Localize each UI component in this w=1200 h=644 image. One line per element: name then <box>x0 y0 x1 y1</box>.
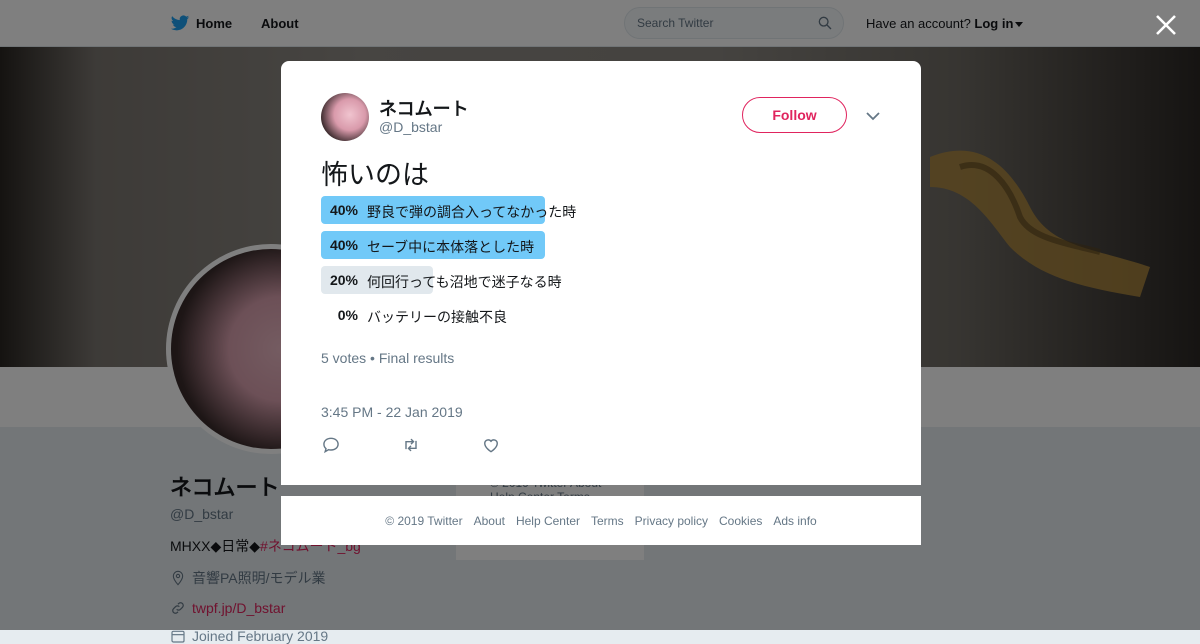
poll-percent: 20% <box>329 272 358 288</box>
footer-about[interactable]: About <box>474 514 505 528</box>
footer-privacy[interactable]: Privacy policy <box>635 514 708 528</box>
tweet-modal: ネコムート @D_bstar Follow 怖いのは 40% 野良で弾の調合入っ… <box>281 61 921 485</box>
retweet-icon[interactable] <box>401 435 421 455</box>
poll-meta: 5 votes • Final results <box>321 350 454 366</box>
calendar-icon <box>171 630 185 643</box>
poll-percent: 0% <box>337 307 358 323</box>
poll-percent: 40% <box>329 237 358 253</box>
chevron-down-icon[interactable] <box>865 108 881 124</box>
poll-label: 何回行っても沼地で迷子なる時 <box>367 274 562 290</box>
modal-footer: © 2019 Twitter About Help Center Terms P… <box>281 496 921 545</box>
poll-option: 40% 野良で弾の調合入ってなかった時 <box>321 196 881 224</box>
footer-terms[interactable]: Terms <box>591 514 624 528</box>
profile-joined-text: Joined February 2019 <box>192 628 329 644</box>
profile-joined: Joined February 2019 <box>170 628 361 644</box>
author-name[interactable]: ネコムート <box>379 95 469 121</box>
poll-label: バッテリーの接触不良 <box>367 309 507 325</box>
tweet-text: 怖いのは <box>321 160 429 190</box>
footer-copyright: © 2019 Twitter <box>385 513 463 528</box>
poll-option: 40% セーブ中に本体落とした時 <box>321 231 881 259</box>
footer-ads[interactable]: Ads info <box>773 514 816 528</box>
author-avatar[interactable] <box>321 93 369 141</box>
poll: 40% 野良で弾の調合入ってなかった時 40% セーブ中に本体落とした時 20%… <box>321 196 881 336</box>
poll-percent: 40% <box>329 202 358 218</box>
tweet-timestamp[interactable]: 3:45 PM - 22 Jan 2019 <box>321 404 463 420</box>
poll-option: 20% 何回行っても沼地で迷子なる時 <box>321 266 881 294</box>
author-handle[interactable]: @D_bstar <box>379 119 442 135</box>
poll-label: 野良で弾の調合入ってなかった時 <box>367 204 577 220</box>
poll-votes: 5 votes <box>321 350 367 366</box>
footer-help-center[interactable]: Help Center <box>516 514 580 528</box>
like-icon[interactable] <box>481 435 501 455</box>
reply-icon[interactable] <box>321 435 341 455</box>
footer-cookies[interactable]: Cookies <box>719 514 762 528</box>
close-icon[interactable] <box>1153 12 1179 38</box>
follow-button[interactable]: Follow <box>742 97 847 133</box>
tweet-actions <box>321 435 501 455</box>
separator-dot: • <box>370 350 379 366</box>
poll-label: セーブ中に本体落とした時 <box>367 239 535 255</box>
poll-status: Final results <box>378 350 455 366</box>
poll-option: 0% バッテリーの接触不良 <box>321 301 881 329</box>
